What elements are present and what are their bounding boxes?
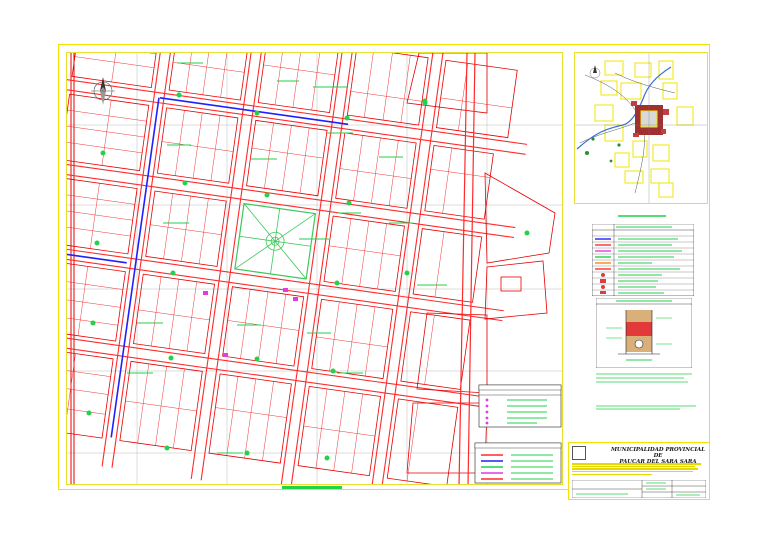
urban-map[interactable] <box>66 52 563 485</box>
municipal-logo-icon <box>572 446 586 460</box>
urban-map-drawing <box>67 53 562 484</box>
general-legend <box>591 223 695 297</box>
drawing-sheet: MUNICIPALIDAD PROVINCIAL DE PAUCAR DEL S… <box>0 0 768 543</box>
location-map[interactable] <box>574 52 708 204</box>
drawing-notes <box>596 372 706 412</box>
title-line-1: MUNICIPALIDAD PROVINCIAL DE <box>610 447 706 459</box>
title-block-fields <box>571 479 707 499</box>
construction-detail <box>595 297 693 369</box>
map-scale-caption <box>282 486 342 489</box>
location-map-caption <box>612 206 672 217</box>
town-center <box>631 101 669 137</box>
title-block: MUNICIPALIDAD PROVINCIAL DE PAUCAR DEL S… <box>568 442 710 500</box>
location-north-icon <box>589 65 601 79</box>
location-map-drawing <box>575 53 707 203</box>
project-description <box>572 462 706 477</box>
